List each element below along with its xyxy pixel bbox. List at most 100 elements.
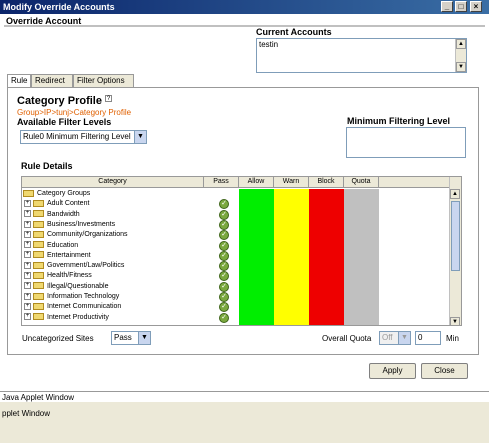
category-name: Illegal/Questionable xyxy=(47,282,109,290)
table-row[interactable]: + Bandwidth ✓ xyxy=(22,209,451,220)
category-name: Health/Fitness xyxy=(47,272,92,280)
chevron-down-icon[interactable]: ▼ xyxy=(398,332,410,344)
category-name: Government/Law/Politics xyxy=(47,262,125,270)
quota-minutes-input[interactable]: 0 xyxy=(415,331,441,345)
header-category[interactable]: Category xyxy=(22,177,204,188)
rule-details-label: Rule Details xyxy=(21,161,73,171)
uncategorized-value: Pass xyxy=(114,333,132,342)
expand-icon[interactable]: + xyxy=(24,261,31,269)
expand-icon[interactable]: + xyxy=(24,220,31,228)
expand-icon[interactable]: + xyxy=(24,230,31,238)
expand-icon[interactable]: + xyxy=(24,199,31,207)
filter-level-select[interactable]: Rule0 Minimum Filtering Level ▼ xyxy=(20,130,147,144)
chevron-down-icon[interactable]: ▼ xyxy=(138,332,150,344)
current-accounts-list[interactable]: testin ▲ ▼ xyxy=(256,38,467,73)
header-pass[interactable]: Pass xyxy=(204,177,239,188)
expand-icon[interactable]: + xyxy=(24,251,31,259)
scroll-down-icon[interactable]: ▼ xyxy=(456,62,466,72)
table-row[interactable]: + Adult Content ✓ xyxy=(22,199,451,210)
pass-check-icon[interactable]: ✓ xyxy=(219,312,229,323)
current-account-item[interactable]: testin xyxy=(259,40,464,49)
row-label: + Education xyxy=(24,241,78,251)
expand-icon[interactable]: + xyxy=(24,241,31,249)
expand-icon[interactable]: + xyxy=(24,302,31,310)
folder-icon xyxy=(33,251,44,259)
folder-icon xyxy=(23,189,34,197)
table-row[interactable]: + Internet Communication ✓ xyxy=(22,302,451,313)
table-row[interactable]: + Internet Productivity ✓ xyxy=(22,312,451,323)
table-row[interactable]: + Business/Investments ✓ xyxy=(22,219,451,230)
current-accounts-label: Current Accounts xyxy=(256,27,332,37)
accounts-scrollbar[interactable]: ▲ ▼ xyxy=(455,39,466,72)
row-label: + Business/Investments xyxy=(24,220,115,230)
tab-filter-options[interactable]: Filter Options xyxy=(73,74,134,88)
quota-unit: Min xyxy=(446,334,459,343)
folder-icon xyxy=(33,220,44,228)
apply-button[interactable]: Apply xyxy=(369,363,416,379)
category-name: Internet Communication xyxy=(47,303,122,311)
row-label: + Internet Productivity xyxy=(24,313,109,323)
table-row[interactable]: Category Groups xyxy=(22,189,451,199)
tab-redirect[interactable]: Redirect xyxy=(31,74,73,88)
table-row[interactable]: + Government/Law/Politics ✓ xyxy=(22,261,451,272)
table-scrollbar[interactable]: ▲ ▼ xyxy=(449,177,461,325)
pass-check-icon[interactable]: ✓ xyxy=(219,240,229,251)
pass-check-icon[interactable]: ✓ xyxy=(219,281,229,292)
expand-icon[interactable]: + xyxy=(24,292,31,300)
folder-icon xyxy=(33,210,44,218)
applet-status-bar-2: pplet Window xyxy=(2,409,51,418)
folder-icon xyxy=(33,241,44,249)
category-name: Community/Organizations xyxy=(47,231,128,239)
scroll-thumb[interactable] xyxy=(451,201,460,271)
pass-check-icon[interactable]: ✓ xyxy=(219,199,229,210)
folder-icon xyxy=(33,282,44,290)
maximize-button[interactable]: □ xyxy=(455,1,467,12)
row-label: + Information Technology xyxy=(24,292,119,302)
filter-level-description xyxy=(346,127,466,158)
overall-quota-select[interactable]: Off ▼ xyxy=(379,331,411,345)
help-icon[interactable]: ? xyxy=(105,95,113,102)
category-name: Education xyxy=(47,241,79,249)
uncategorized-sites-label: Uncategorized Sites xyxy=(22,334,94,343)
expand-icon[interactable]: + xyxy=(24,272,31,280)
scroll-up-icon[interactable]: ▲ xyxy=(456,39,466,49)
pass-check-icon[interactable]: ✓ xyxy=(219,292,229,302)
close-button[interactable]: Close xyxy=(421,363,468,379)
close-window-button[interactable]: × xyxy=(470,1,482,12)
minimize-button[interactable]: _ xyxy=(441,1,453,12)
pass-check-icon[interactable]: ✓ xyxy=(219,271,229,282)
table-row[interactable]: + Illegal/Questionable ✓ xyxy=(22,281,451,292)
folder-icon xyxy=(33,292,44,300)
table-row[interactable]: + Health/Fitness ✓ xyxy=(22,271,451,282)
folder-icon xyxy=(33,272,44,280)
header-warn[interactable]: Warn xyxy=(274,177,309,188)
expand-icon[interactable]: + xyxy=(24,313,31,321)
expand-icon[interactable]: + xyxy=(24,210,31,218)
header-quota[interactable]: Quota xyxy=(344,177,379,188)
uncategorized-select[interactable]: Pass ▼ xyxy=(111,331,151,345)
row-label: + Internet Communication xyxy=(24,302,121,312)
pass-check-icon[interactable]: ✓ xyxy=(219,302,229,313)
row-label: + Adult Content xyxy=(24,199,89,209)
table-row[interactable]: + Education ✓ xyxy=(22,240,451,251)
pass-check-icon[interactable]: ✓ xyxy=(219,261,229,272)
pass-check-icon[interactable]: ✓ xyxy=(219,230,229,241)
expand-icon[interactable]: + xyxy=(24,282,31,290)
header-block[interactable]: Block xyxy=(309,177,344,188)
pass-check-icon[interactable]: ✓ xyxy=(219,209,229,220)
scroll-down-icon[interactable]: ▼ xyxy=(450,317,460,325)
table-row[interactable]: + Information Technology ✓ xyxy=(22,292,451,302)
header-allow[interactable]: Allow xyxy=(239,177,274,188)
chevron-down-icon[interactable]: ▼ xyxy=(134,131,146,143)
scroll-up-icon[interactable]: ▲ xyxy=(450,189,460,199)
category-name: Information Technology xyxy=(47,293,120,300)
pass-check-icon[interactable]: ✓ xyxy=(219,219,229,230)
overall-quota-label: Overall Quota xyxy=(322,334,372,343)
category-name: Bandwidth xyxy=(47,210,80,218)
table-row[interactable]: + Community/Organizations ✓ xyxy=(22,230,451,241)
table-row[interactable]: + Entertainment ✓ xyxy=(22,250,451,261)
title-bar[interactable]: Modify Override Accounts xyxy=(0,0,489,14)
group-header-text: Category Groups xyxy=(37,190,91,197)
available-filter-levels-label: Available Filter Levels xyxy=(17,117,112,127)
pass-check-icon[interactable]: ✓ xyxy=(219,250,229,261)
